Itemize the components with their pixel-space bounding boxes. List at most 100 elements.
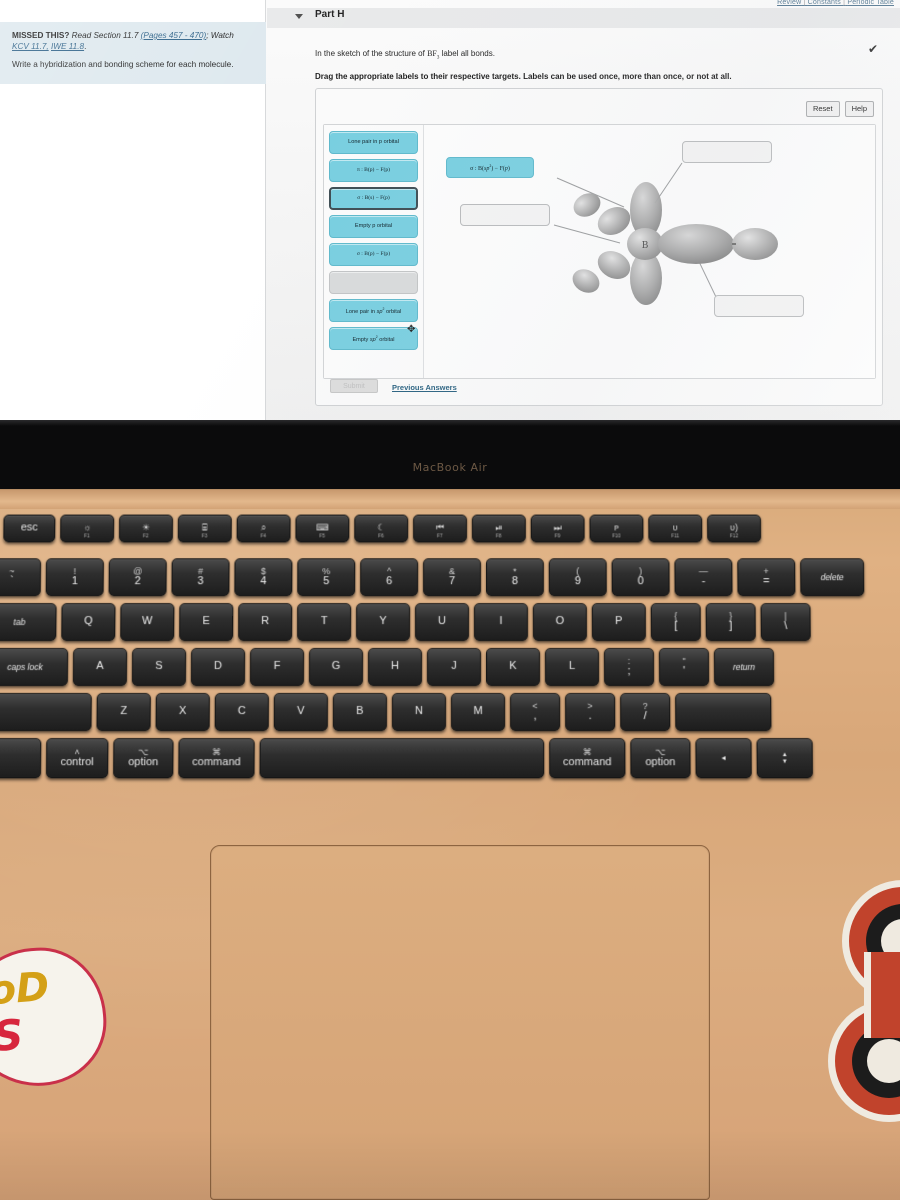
key-l[interactable]: L xyxy=(544,648,600,687)
orbital-diagram-canvas[interactable]: B σ: B(sp2) − F(p) xyxy=(424,125,875,378)
key-return[interactable]: return xyxy=(713,648,775,687)
key-tab[interactable]: tab xyxy=(0,603,57,642)
key-fn[interactable] xyxy=(0,738,42,779)
label-chip-6[interactable]: Lone pair in sp2 orbital xyxy=(329,299,418,322)
key-angle-2[interactable]: ? / xyxy=(620,693,671,732)
key-command-left[interactable]: ⌘ command xyxy=(178,738,255,779)
key-f6[interactable]: ☾ F6 xyxy=(354,514,409,543)
iwe-link[interactable]: IWE 11.8 xyxy=(51,42,84,51)
key-bracket-1[interactable]: }] xyxy=(705,603,756,642)
key-j[interactable]: J xyxy=(426,648,482,687)
key-m[interactable]: M xyxy=(451,693,506,732)
key-f9[interactable]: ⏭ F9 xyxy=(530,514,585,543)
caret-down-icon[interactable] xyxy=(295,14,303,19)
key-g[interactable]: G xyxy=(308,648,364,687)
key-2[interactable]: @2 xyxy=(108,558,167,597)
key-3[interactable]: #3 xyxy=(171,558,230,597)
key-f3[interactable]: ⌸ F3 xyxy=(177,514,232,543)
key-angle-0[interactable]: <, xyxy=(510,693,561,732)
key-i[interactable]: I xyxy=(473,603,528,642)
key-d[interactable]: D xyxy=(190,648,246,687)
key-arrow-left[interactable]: ◂ xyxy=(695,738,752,779)
key-option-right[interactable]: ⌥ option xyxy=(630,738,691,779)
key-x[interactable]: X xyxy=(155,693,210,732)
periodic-table-link[interactable]: Periodic Table xyxy=(847,0,894,6)
key-backtick[interactable]: ~ ` xyxy=(0,558,42,597)
kcv-link[interactable]: KCV 11.7, xyxy=(12,42,49,51)
key-shift-right[interactable] xyxy=(675,693,772,732)
key-b[interactable]: B xyxy=(332,693,387,732)
key-r[interactable]: R xyxy=(238,603,293,642)
drop-target-top-right[interactable] xyxy=(682,141,772,163)
key-v[interactable]: V xyxy=(273,693,328,732)
key-f4[interactable]: ⌕ F4 xyxy=(236,514,291,543)
key--[interactable]: — - xyxy=(674,558,733,597)
help-button[interactable]: Help xyxy=(844,101,874,117)
placed-label-chip[interactable]: σ : B(sp2) − F(p) xyxy=(446,157,534,178)
drop-target-bottom-right[interactable] xyxy=(714,295,804,317)
key-n[interactable]: N xyxy=(391,693,446,732)
key-f5[interactable]: ⌨ F5 xyxy=(295,514,350,543)
key-s[interactable]: S xyxy=(131,648,187,687)
key-punct-0[interactable]: :; xyxy=(603,648,655,687)
label-chip-3[interactable]: Empty p orbital xyxy=(329,215,418,238)
key-f1[interactable]: ☼ F1 xyxy=(60,514,115,543)
key-angle-1[interactable]: >. xyxy=(565,693,616,732)
key-k[interactable]: K xyxy=(485,648,541,687)
key-f7[interactable]: ⏮ F7 xyxy=(413,514,467,543)
key-y[interactable]: Y xyxy=(356,603,411,642)
key-control[interactable]: ˄ control xyxy=(45,738,109,779)
key-punct-1[interactable]: " ' xyxy=(658,648,710,687)
key-5[interactable]: % 5 xyxy=(297,558,356,597)
label-chip-5-empty-slot[interactable] xyxy=(329,271,418,294)
key-delete[interactable]: delete xyxy=(800,558,865,597)
drop-target-mid-left[interactable] xyxy=(460,204,550,226)
key-9[interactable]: (9 xyxy=(548,558,607,597)
key-0[interactable]: ) 0 xyxy=(611,558,670,597)
pages-link[interactable]: (Pages 457 - 470) xyxy=(141,31,207,40)
key-f2[interactable]: ☀ F2 xyxy=(118,514,173,543)
key-p[interactable]: P xyxy=(591,603,646,642)
key-bracket-2[interactable]: | \ xyxy=(760,603,811,642)
key-o[interactable]: O xyxy=(532,603,587,642)
drag-and-drop-area[interactable]: Lone pair in p orbital π : B(p) − F(p) σ… xyxy=(323,124,876,379)
key-arrow-up-down[interactable]: ▴ ▾ xyxy=(756,738,813,779)
key-1[interactable]: ! 1 xyxy=(45,558,104,597)
key-4[interactable]: $4 xyxy=(234,558,293,597)
previous-answers-link[interactable]: Previous Answers xyxy=(392,383,457,392)
key-e[interactable]: E xyxy=(179,603,234,642)
key-a[interactable]: A xyxy=(72,648,128,687)
key-7[interactable]: & 7 xyxy=(423,558,481,597)
key-f8[interactable]: ⏯ F8 xyxy=(471,514,526,543)
submit-button[interactable]: Submit xyxy=(330,379,378,393)
review-link[interactable]: Review xyxy=(777,0,801,6)
part-header-bar[interactable] xyxy=(267,8,900,28)
key-w[interactable]: W xyxy=(120,603,175,642)
key-f10[interactable]: ᴘ F10 xyxy=(589,514,644,543)
key-space[interactable] xyxy=(259,738,545,779)
key-q[interactable]: Q xyxy=(61,603,116,642)
key-caps-lock[interactable]: caps lock xyxy=(0,648,69,687)
label-chip-0[interactable]: Lone pair in p orbital xyxy=(329,131,418,154)
key-t[interactable]: T xyxy=(297,603,352,642)
key-option-left[interactable]: ⌥ option xyxy=(113,738,174,779)
key-8[interactable]: * 8 xyxy=(485,558,544,597)
reset-button[interactable]: Reset xyxy=(805,101,840,117)
label-chip-4[interactable]: σ : B(p) − F(p) xyxy=(329,243,418,266)
key-shift-left[interactable] xyxy=(0,693,92,732)
key-c[interactable]: C xyxy=(214,693,269,732)
label-chip-1[interactable]: π : B(p) − F(p) xyxy=(329,159,418,182)
key-z[interactable]: Z xyxy=(96,693,151,732)
key-f[interactable]: F xyxy=(249,648,305,687)
key-f11[interactable]: ᴜ F11 xyxy=(648,514,703,543)
label-chip-7[interactable]: Empty sp2 orbital xyxy=(329,327,418,350)
key-=[interactable]: + = xyxy=(737,558,796,597)
key-f12[interactable]: ᴜ) F12 xyxy=(707,514,762,543)
key-bracket-0[interactable]: {[ xyxy=(650,603,701,642)
key-6[interactable]: ^ 6 xyxy=(360,558,419,597)
key-h[interactable]: H xyxy=(367,648,423,687)
key-u[interactable]: U xyxy=(415,603,469,642)
keyboard[interactable]: esc ☼ F1 ☀ F2 ⌸ F3 ⌕ F4 ⌨ F5 ☾ F6 ⏮ F7 ⏯ F8 ⏭ F9 ᴘ F10 ᴜ F11 ᴜ)… xyxy=(0,507,900,829)
key-command-right[interactable]: ⌘ command xyxy=(549,738,626,779)
label-chip-2[interactable]: σ : B(s) − F(p) xyxy=(329,187,418,210)
